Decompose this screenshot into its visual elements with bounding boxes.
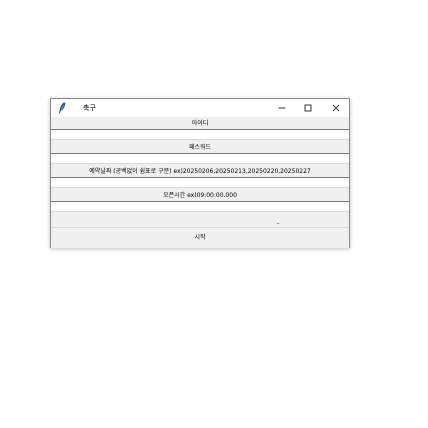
app-window: 축구 아이디 패스워드 예약날짜 (공백없이 쉼표로 구분) ex)202502… bbox=[50, 98, 350, 248]
feather-icon bbox=[59, 102, 66, 114]
open-time-label: 오픈시간 ex)09:00:00.000 bbox=[51, 190, 349, 201]
reservation-dates-input[interactable] bbox=[51, 177, 349, 188]
open-time-input[interactable] bbox=[51, 201, 349, 212]
close-icon bbox=[332, 104, 340, 112]
minimize-icon bbox=[278, 107, 286, 109]
window-title: 축구 bbox=[83, 104, 96, 112]
title-bar[interactable]: 축구 bbox=[51, 99, 349, 117]
minimize-button[interactable] bbox=[269, 99, 295, 117]
password-label: 패스워드 bbox=[51, 142, 349, 153]
id-label: 아이디 bbox=[51, 118, 349, 129]
start-button[interactable]: 시작 bbox=[51, 227, 349, 248]
close-button[interactable] bbox=[323, 99, 349, 117]
divider bbox=[277, 223, 279, 224]
id-input[interactable] bbox=[51, 129, 349, 140]
password-input[interactable] bbox=[51, 153, 349, 164]
maximize-button[interactable] bbox=[295, 99, 321, 117]
reservation-dates-label: 예약날짜 (공백없이 쉼표로 구분) ex)20250206,20250213,… bbox=[51, 166, 349, 177]
maximize-icon bbox=[304, 104, 312, 112]
